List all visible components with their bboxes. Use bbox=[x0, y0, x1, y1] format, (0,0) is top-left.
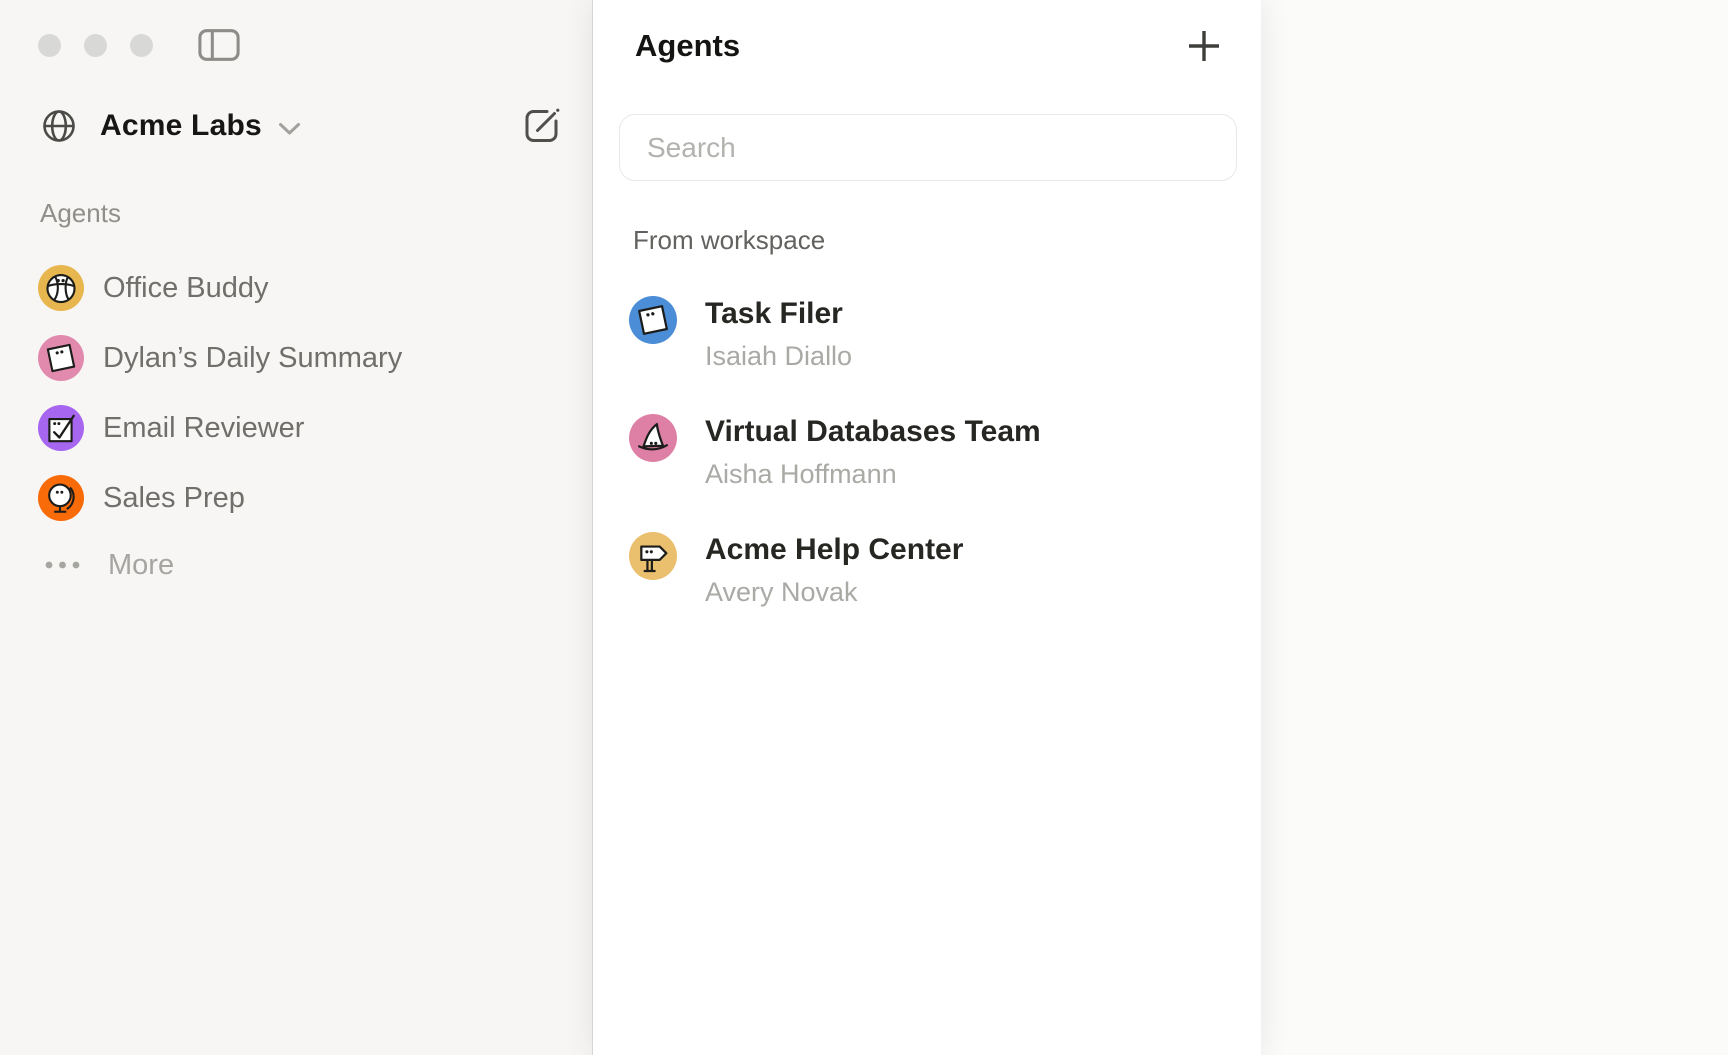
agent-row-text: Acme Help Center Avery Novak bbox=[705, 530, 963, 612]
ellipsis-icon bbox=[44, 560, 81, 570]
window-controls bbox=[38, 34, 153, 57]
agents-panel-header: Agents bbox=[593, 0, 1261, 64]
sidebar: Acme Labs Agents bbox=[0, 0, 593, 1055]
window-chrome bbox=[0, 0, 592, 62]
agents-panel: Agents From workspace bbox=[593, 0, 1261, 1055]
page-title: Agents bbox=[635, 28, 740, 64]
signpost-icon bbox=[629, 532, 677, 580]
sidebar-toggle-icon bbox=[198, 28, 240, 62]
plus-icon bbox=[1187, 29, 1221, 63]
workspace-switcher[interactable]: Acme Labs bbox=[40, 104, 564, 148]
zoom-window-button[interactable] bbox=[130, 34, 153, 57]
sidebar-item-sales-prep[interactable]: Sales Prep bbox=[0, 463, 592, 533]
sidebar-more-label: More bbox=[108, 549, 174, 582]
sidebar-toggle-button[interactable] bbox=[198, 28, 240, 62]
tilted-note-icon bbox=[38, 335, 84, 381]
workspace-agent-list: Task Filer Isaiah Diallo Virtual Databas… bbox=[593, 294, 1261, 612]
new-chat-button[interactable] bbox=[520, 104, 564, 148]
agent-owner: Isaiah Diallo bbox=[705, 336, 852, 376]
minimize-window-button[interactable] bbox=[84, 34, 107, 57]
from-workspace-label: From workspace bbox=[633, 225, 1261, 256]
detail-area bbox=[1261, 0, 1728, 1055]
sidebar-item-dylans-daily-summary[interactable]: Dylan’s Daily Summary bbox=[0, 323, 592, 393]
sidebar-item-label: Office Buddy bbox=[103, 272, 269, 305]
desk-globe-icon bbox=[38, 475, 84, 521]
sidebar-item-email-reviewer[interactable]: Email Reviewer bbox=[0, 393, 592, 463]
agent-row-text: Virtual Databases Team Aisha Hoffmann bbox=[705, 412, 1041, 494]
agent-name: Task Filer bbox=[705, 294, 852, 334]
sidebar-item-label: Sales Prep bbox=[103, 482, 245, 515]
agent-row-task-filer[interactable]: Task Filer Isaiah Diallo bbox=[593, 294, 1261, 376]
agent-owner: Avery Novak bbox=[705, 572, 963, 612]
close-window-button[interactable] bbox=[38, 34, 61, 57]
agent-name: Acme Help Center bbox=[705, 530, 963, 570]
sidebar-item-office-buddy[interactable]: Office Buddy bbox=[0, 253, 592, 323]
sidebar-item-more[interactable]: More bbox=[0, 533, 592, 597]
compose-icon bbox=[520, 104, 564, 148]
chevron-down-icon bbox=[278, 122, 301, 136]
search-container bbox=[593, 64, 1261, 181]
sidebar-item-label: Email Reviewer bbox=[103, 412, 304, 445]
agent-row-virtual-databases-team[interactable]: Virtual Databases Team Aisha Hoffmann bbox=[593, 412, 1261, 494]
ball-face-icon bbox=[38, 265, 84, 311]
sidebar-item-label: Dylan’s Daily Summary bbox=[103, 342, 402, 375]
agent-row-text: Task Filer Isaiah Diallo bbox=[705, 294, 852, 376]
workspace-name: Acme Labs bbox=[100, 109, 262, 143]
agent-row-acme-help-center[interactable]: Acme Help Center Avery Novak bbox=[593, 530, 1261, 612]
agent-name: Virtual Databases Team bbox=[705, 412, 1041, 452]
sidebar-section-label: Agents bbox=[40, 198, 592, 229]
agent-owner: Aisha Hoffmann bbox=[705, 454, 1041, 494]
add-agent-button[interactable] bbox=[1187, 29, 1221, 63]
sidebar-agent-list: Office Buddy Dylan’s Daily Summary bbox=[0, 253, 592, 533]
checked-note-icon bbox=[38, 405, 84, 451]
witch-hat-icon bbox=[629, 414, 677, 462]
tilted-note-icon bbox=[629, 296, 677, 344]
globe-icon bbox=[40, 107, 78, 145]
search-input[interactable] bbox=[619, 114, 1237, 181]
